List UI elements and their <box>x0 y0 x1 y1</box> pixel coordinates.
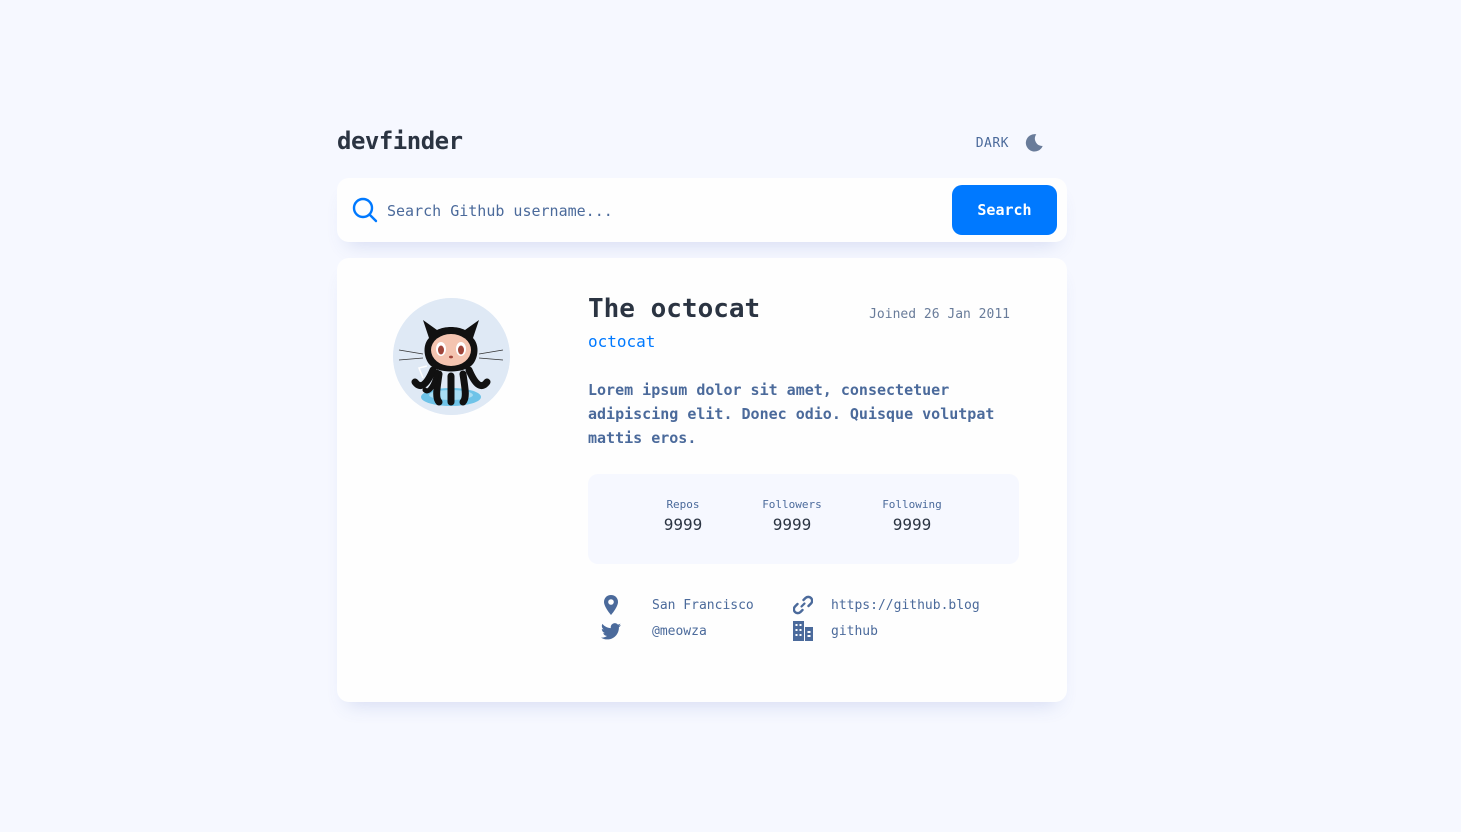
profile-bio: Lorem ipsum dolor sit amet, consectetuer… <box>588 381 995 447</box>
twitter-item[interactable]: @meowza <box>600 620 707 642</box>
stat-repos: Repos 9999 <box>653 498 713 534</box>
stat-followers: Followers 9999 <box>752 498 832 534</box>
stat-label: Repos <box>666 498 700 511</box>
stat-value: 9999 <box>663 515 703 534</box>
twitter-icon <box>600 620 622 642</box>
app-header: devfinder DARK <box>337 124 1067 164</box>
company-text: github <box>831 623 878 639</box>
profile-links: San Francisco @meowza https://github.blo… <box>588 590 1019 650</box>
stat-label: Followers <box>762 498 822 511</box>
avatar <box>393 298 510 415</box>
stat-value: 9999 <box>892 515 932 534</box>
profile-card: The octocat Joined 26 Jan 2011 octocat L… <box>337 258 1067 702</box>
stat-following: Following 9999 <box>872 498 952 534</box>
blog-link[interactable]: https://github.blog <box>831 598 980 613</box>
location-pin-icon <box>600 594 622 616</box>
app-logo: devfinder <box>337 127 463 155</box>
octocat-avatar <box>393 298 510 415</box>
stat-label: Following <box>882 498 942 511</box>
blog-item[interactable]: https://github.blog <box>792 594 980 616</box>
search-button[interactable]: Search <box>952 185 1057 235</box>
company-item: github <box>792 620 878 642</box>
search-input[interactable] <box>385 194 939 228</box>
link-icon <box>792 594 814 616</box>
location-item: San Francisco <box>600 594 754 616</box>
moon-icon <box>1023 132 1045 154</box>
stats-panel: Repos 9999 Followers 9999 Following 9999 <box>588 474 1019 564</box>
profile-name: The octocat <box>588 294 761 324</box>
theme-toggle-label: DARK <box>975 135 1009 151</box>
search-bar: Search <box>337 178 1067 242</box>
building-icon <box>792 620 814 642</box>
profile-login-link[interactable]: octocat <box>588 332 655 351</box>
joined-date: Joined 26 Jan 2011 <box>869 307 1010 322</box>
twitter-text: @meowza <box>652 623 707 639</box>
stat-value: 9999 <box>772 515 812 534</box>
location-text: San Francisco <box>652 597 754 613</box>
theme-toggle[interactable]: DARK <box>976 128 1045 158</box>
